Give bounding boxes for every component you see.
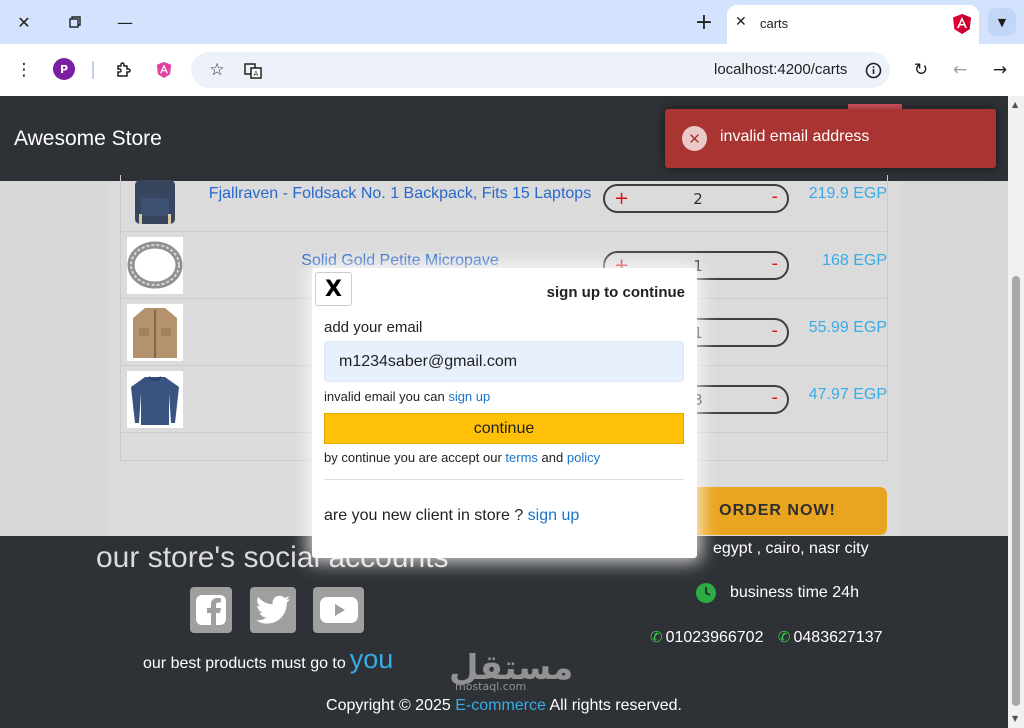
translate-icon[interactable]: A <box>240 57 266 83</box>
back-arrow-icon[interactable]: ← <box>947 57 973 83</box>
toast-message: invalid email address <box>720 128 870 145</box>
policy-link[interactable]: policy <box>567 450 600 465</box>
terms-pre: by continue you are accept our <box>324 450 502 465</box>
browser-tab-strip: ✕ — + ✕ carts ▼ <box>0 0 1024 44</box>
modal-divider <box>324 479 684 480</box>
terms-link[interactable]: terms <box>505 450 538 465</box>
modal-close-button[interactable]: X <box>315 272 352 306</box>
error-x-icon: ✕ <box>682 126 707 151</box>
url-text: localhost:4200/carts <box>714 61 848 78</box>
site-info-icon[interactable] <box>860 57 886 83</box>
page-scrollbar[interactable]: ▲ ▼ <box>1008 96 1024 728</box>
scroll-down-icon[interactable]: ▼ <box>1012 714 1018 723</box>
angular-extension-icon[interactable] <box>151 57 177 83</box>
restore-window-icon[interactable] <box>61 8 89 36</box>
invalid-text: invalid email you can <box>324 389 445 404</box>
new-client-signup-link[interactable]: sign up <box>528 507 580 524</box>
continue-button[interactable]: continue <box>324 413 684 444</box>
tab-search-dropdown-icon[interactable]: ▼ <box>988 8 1016 36</box>
email-label: add your email <box>324 319 423 336</box>
invalid-email-message: invalid email you can sign up <box>324 389 490 404</box>
scrollbar-thumb[interactable] <box>1012 276 1020 706</box>
email-field[interactable] <box>324 341 684 382</box>
profile-avatar[interactable]: P <box>53 58 75 80</box>
new-client-text: are you new client in store ? sign up <box>324 507 579 525</box>
svg-text:A: A <box>254 70 259 78</box>
terms-and: and <box>541 450 564 465</box>
page-content: Awesome Store Fjallraven - Foldsack No. … <box>0 96 1008 728</box>
angular-favicon-icon <box>952 13 972 39</box>
error-toast[interactable]: ✕ invalid email address <box>665 109 996 168</box>
extensions-icon[interactable] <box>111 57 137 83</box>
browser-toolbar: ⋮ P ☆ A localhost:4200/carts ↻ ← → <box>0 44 1024 96</box>
new-client-question: are you new client in store ? <box>324 507 524 524</box>
modal-title: sign up to continue <box>546 284 685 301</box>
scroll-up-icon[interactable]: ▲ <box>1012 100 1018 109</box>
forward-arrow-icon[interactable]: → <box>987 57 1013 83</box>
signup-link[interactable]: sign up <box>448 389 490 404</box>
minimize-window-icon[interactable]: — <box>111 8 139 36</box>
tab-close-icon[interactable]: ✕ <box>735 14 747 30</box>
menu-kebab-icon[interactable]: ⋮ <box>11 57 37 83</box>
new-tab-button[interactable]: + <box>690 8 718 36</box>
terms-text: by continue you are accept our terms and… <box>324 450 600 465</box>
reload-icon[interactable]: ↻ <box>908 57 934 83</box>
tab-title: carts <box>760 16 789 31</box>
close-window-icon[interactable]: ✕ <box>10 8 38 36</box>
tab-carts[interactable]: ✕ carts <box>727 5 979 44</box>
toolbar-divider <box>92 61 94 79</box>
bookmark-star-icon[interactable]: ☆ <box>204 57 230 83</box>
signup-modal: X sign up to continue add your email inv… <box>312 268 697 558</box>
